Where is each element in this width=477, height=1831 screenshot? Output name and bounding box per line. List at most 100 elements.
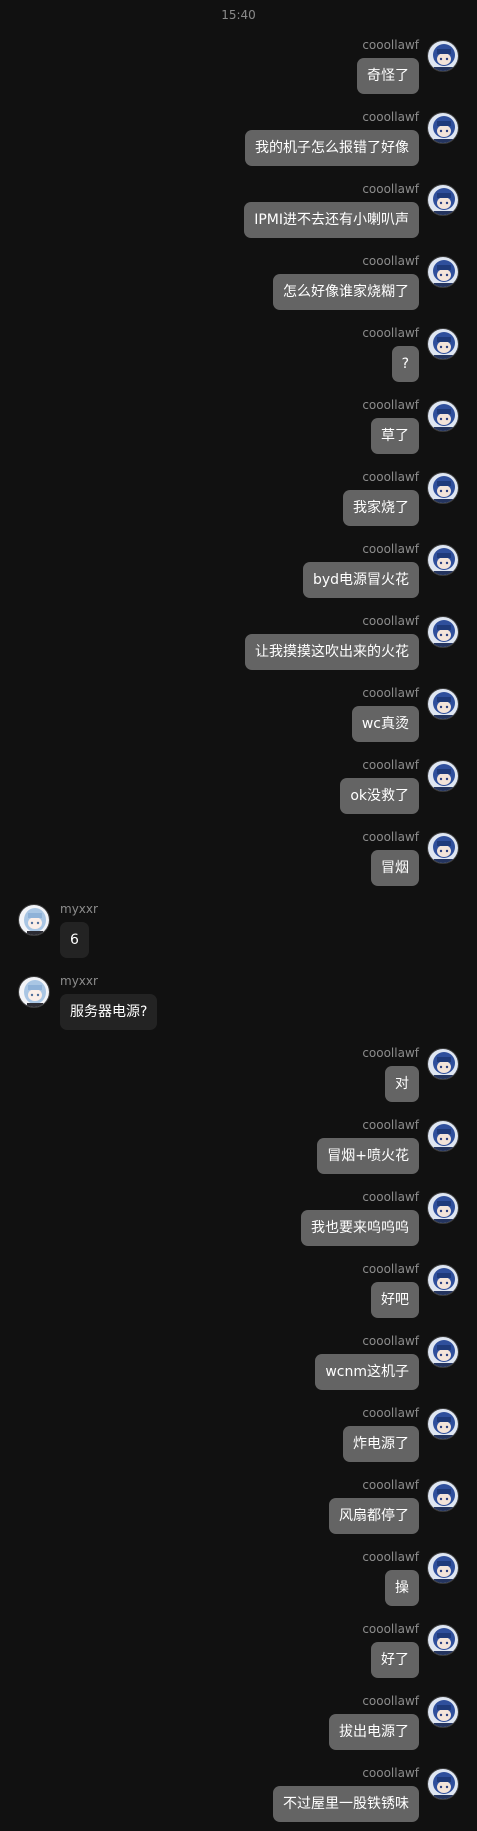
avatar-cooollawf-icon[interactable] <box>427 1768 459 1800</box>
sender-name: cooollawf <box>362 542 419 556</box>
chat-timestamp: 15:40 <box>221 8 256 22</box>
sender-name: cooollawf <box>362 1190 419 1204</box>
message-row-outgoing: cooollawf wc真烫 <box>0 678 477 750</box>
message-bubble[interactable]: 拔出电源了 <box>329 1714 419 1750</box>
message-row-outgoing: cooollawf IPMI进不去还有小喇叭声 <box>0 174 477 246</box>
sender-name: cooollawf <box>362 254 419 268</box>
sender-name: cooollawf <box>362 1334 419 1348</box>
message-row-outgoing: cooollawf 操 <box>0 1542 477 1614</box>
message-row-outgoing: cooollawf ? <box>0 318 477 390</box>
avatar-cooollawf-icon[interactable] <box>427 256 459 288</box>
message-bubble[interactable]: 我的机子怎么报错了好像 <box>245 130 419 166</box>
message-row-outgoing: cooollawf 奇怪了 <box>0 30 477 102</box>
message-bubble[interactable]: 草了 <box>371 418 419 454</box>
avatar-cooollawf-icon[interactable] <box>427 112 459 144</box>
avatar-cooollawf-icon[interactable] <box>427 472 459 504</box>
sender-name: cooollawf <box>362 1406 419 1420</box>
avatar-cooollawf-icon[interactable] <box>427 1480 459 1512</box>
message-row-outgoing: cooollawf 对 <box>0 1038 477 1110</box>
avatar-myxxr-icon[interactable] <box>18 976 50 1008</box>
sender-name: cooollawf <box>362 110 419 124</box>
message-bubble[interactable]: wc真烫 <box>351 706 419 742</box>
message-row-outgoing: cooollawf 冒烟+喷火花 <box>0 1110 477 1182</box>
sender-name: cooollawf <box>362 398 419 412</box>
message-bubble[interactable]: 服务器电源? <box>60 994 158 1030</box>
avatar-cooollawf-icon[interactable] <box>427 616 459 648</box>
avatar-cooollawf-icon[interactable] <box>427 184 459 216</box>
sender-name: cooollawf <box>362 1262 419 1276</box>
message-bubble[interactable]: wcnm这机子 <box>315 1354 419 1390</box>
avatar-cooollawf-icon[interactable] <box>427 400 459 432</box>
sender-name: cooollawf <box>362 182 419 196</box>
avatar-cooollawf-icon[interactable] <box>427 1048 459 1080</box>
sender-name: cooollawf <box>362 1478 419 1492</box>
sender-name: cooollawf <box>362 1550 419 1564</box>
avatar-cooollawf-icon[interactable] <box>427 1336 459 1368</box>
message-row-outgoing: cooollawf 好吧 <box>0 1254 477 1326</box>
avatar-myxxr-icon[interactable] <box>18 904 50 936</box>
message-row-outgoing: cooollawf 我也要来呜呜呜 <box>0 1182 477 1254</box>
message-bubble[interactable]: 风扇都停了 <box>329 1498 419 1534</box>
message-row-outgoing: cooollawf 我的机子怎么报错了好像 <box>0 102 477 174</box>
message-bubble[interactable]: 怎么好像谁家烧糊了 <box>273 274 419 310</box>
sender-name: cooollawf <box>362 470 419 484</box>
message-bubble[interactable]: 不过屋里一股铁锈味 <box>273 1786 419 1822</box>
avatar-cooollawf-icon[interactable] <box>427 760 459 792</box>
message-bubble[interactable]: 我也要来呜呜呜 <box>301 1210 419 1246</box>
message-row-outgoing: cooollawf 拔出电源了 <box>0 1686 477 1758</box>
message-bubble[interactable]: byd电源冒火花 <box>302 562 419 598</box>
message-bubble[interactable]: 奇怪了 <box>357 58 419 94</box>
message-bubble[interactable]: ok没救了 <box>340 778 419 814</box>
message-bubble[interactable]: 6 <box>60 922 89 958</box>
chat-message-list: cooollawf 奇怪了 cooollawf 我的机子怎么报错了好像 cooo… <box>0 30 477 1830</box>
message-row-outgoing: cooollawf ok没救了 <box>0 750 477 822</box>
message-bubble[interactable]: 好了 <box>371 1642 419 1678</box>
sender-name: cooollawf <box>362 1766 419 1780</box>
message-bubble[interactable]: 冒烟 <box>371 850 419 886</box>
sender-name: cooollawf <box>362 686 419 700</box>
avatar-cooollawf-icon[interactable] <box>427 688 459 720</box>
message-bubble[interactable]: 冒烟+喷火花 <box>317 1138 419 1174</box>
message-row-outgoing: cooollawf 不过屋里一股铁锈味 <box>0 1758 477 1830</box>
avatar-cooollawf-icon[interactable] <box>427 1624 459 1656</box>
sender-name: cooollawf <box>362 326 419 340</box>
avatar-cooollawf-icon[interactable] <box>427 1408 459 1440</box>
avatar-cooollawf-icon[interactable] <box>427 1192 459 1224</box>
sender-name: myxxr <box>60 974 98 988</box>
sender-name: cooollawf <box>362 758 419 772</box>
message-bubble[interactable]: 对 <box>385 1066 419 1102</box>
sender-name: cooollawf <box>362 1694 419 1708</box>
avatar-cooollawf-icon[interactable] <box>427 1264 459 1296</box>
message-row-outgoing: cooollawf 我家烧了 <box>0 462 477 534</box>
message-bubble[interactable]: 让我摸摸这吹出来的火花 <box>245 634 419 670</box>
message-row-outgoing: cooollawf byd电源冒火花 <box>0 534 477 606</box>
sender-name: myxxr <box>60 902 98 916</box>
message-bubble[interactable]: ? <box>391 346 419 382</box>
message-row-outgoing: cooollawf 炸电源了 <box>0 1398 477 1470</box>
message-row-outgoing: cooollawf 好了 <box>0 1614 477 1686</box>
message-row-outgoing: cooollawf wcnm这机子 <box>0 1326 477 1398</box>
message-row-incoming: myxxr 6 <box>0 894 477 966</box>
avatar-cooollawf-icon[interactable] <box>427 832 459 864</box>
sender-name: cooollawf <box>362 614 419 628</box>
sender-name: cooollawf <box>362 830 419 844</box>
message-bubble[interactable]: 好吧 <box>371 1282 419 1318</box>
message-bubble[interactable]: 我家烧了 <box>343 490 419 526</box>
sender-name: cooollawf <box>362 38 419 52</box>
avatar-cooollawf-icon[interactable] <box>427 1120 459 1152</box>
avatar-cooollawf-icon[interactable] <box>427 40 459 72</box>
message-row-outgoing: cooollawf 冒烟 <box>0 822 477 894</box>
sender-name: cooollawf <box>362 1622 419 1636</box>
avatar-cooollawf-icon[interactable] <box>427 1696 459 1728</box>
message-bubble[interactable]: IPMI进不去还有小喇叭声 <box>244 202 419 238</box>
message-bubble[interactable]: 炸电源了 <box>343 1426 419 1462</box>
message-row-outgoing: cooollawf 让我摸摸这吹出来的火花 <box>0 606 477 678</box>
message-row-incoming: myxxr 服务器电源? <box>0 966 477 1038</box>
message-row-outgoing: cooollawf 草了 <box>0 390 477 462</box>
message-row-outgoing: cooollawf 风扇都停了 <box>0 1470 477 1542</box>
avatar-cooollawf-icon[interactable] <box>427 544 459 576</box>
sender-name: cooollawf <box>362 1118 419 1132</box>
avatar-cooollawf-icon[interactable] <box>427 328 459 360</box>
avatar-cooollawf-icon[interactable] <box>427 1552 459 1584</box>
message-bubble[interactable]: 操 <box>385 1570 419 1606</box>
